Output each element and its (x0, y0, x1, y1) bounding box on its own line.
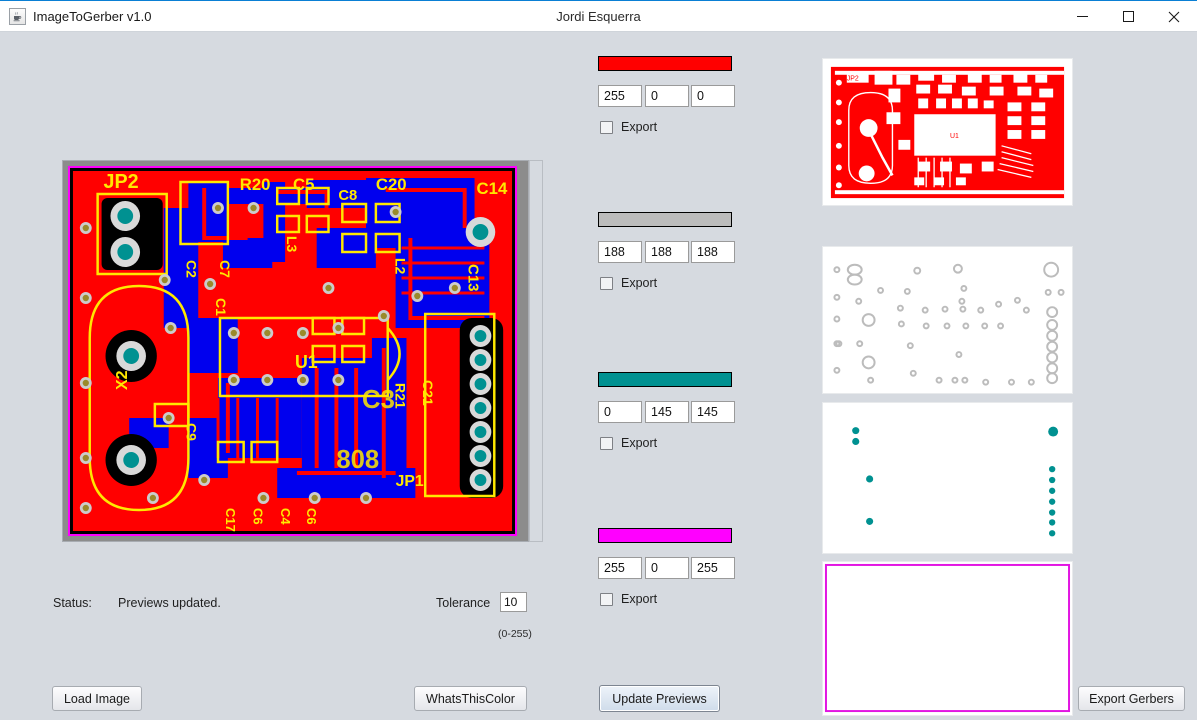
svg-text:C6: C6 (251, 508, 266, 525)
pcb-vertical-scrollbar[interactable] (529, 160, 543, 542)
svg-text:R21: R21 (393, 383, 409, 409)
svg-text:C21: C21 (420, 380, 436, 406)
close-button[interactable] (1151, 1, 1197, 32)
preview-red-artwork: JP2 U1 (823, 59, 1072, 205)
maximize-icon (1122, 11, 1134, 22)
export-checkbox-gray[interactable] (600, 276, 613, 290)
export-row-gray[interactable]: Export (600, 275, 657, 291)
update-previews-button[interactable]: Update Previews (599, 685, 720, 712)
svg-text:C6: C6 (304, 508, 319, 525)
export-checkbox-teal[interactable] (600, 436, 613, 450)
rgb-row-red: 255 0 0 (598, 85, 738, 107)
color-swatch-gray[interactable] (598, 212, 732, 227)
pcb-image-viewer[interactable]: JP2 R20 C5 C8 C20 C14 U1 C13 L2 L3 C2 C7… (62, 160, 529, 542)
magenta-b-input[interactable]: 255 (691, 557, 735, 579)
pcb-artwork: JP2 R20 C5 C8 C20 C14 U1 C13 L2 L3 C2 C7… (70, 168, 515, 534)
maximize-button[interactable] (1105, 1, 1151, 32)
svg-text:C14: C14 (477, 179, 508, 198)
export-row-magenta[interactable]: Export (600, 591, 657, 607)
export-row-teal[interactable]: Export (600, 435, 657, 451)
teal-g-input[interactable]: 145 (645, 401, 689, 423)
red-g-input[interactable]: 0 (645, 85, 689, 107)
pcb-image-canvas[interactable]: JP2 R20 C5 C8 C20 C14 U1 C13 L2 L3 C2 C7… (68, 166, 517, 536)
export-label-red: Export (621, 120, 658, 134)
preview-gray-artwork (823, 247, 1072, 393)
export-label-teal: Export (621, 436, 658, 450)
gray-r-input[interactable]: 188 (598, 241, 642, 263)
teal-b-input[interactable]: 145 (691, 401, 735, 423)
svg-text:808: 808 (336, 446, 379, 474)
preview-gray-layer[interactable] (822, 246, 1073, 394)
title-bar: ImageToGerber v1.0 Jordi Esquerra (0, 0, 1197, 31)
svg-text:JP1: JP1 (396, 473, 424, 490)
preview-teal-artwork (823, 403, 1072, 553)
export-checkbox-magenta[interactable] (600, 592, 613, 606)
svg-text:C17: C17 (223, 508, 238, 532)
preview-magenta-artwork (823, 562, 1072, 715)
svg-text:C13: C13 (465, 264, 481, 292)
svg-text:C5: C5 (293, 175, 314, 194)
teal-r-input[interactable]: 0 (598, 401, 642, 423)
main-content: JP2 R20 C5 C8 C20 C14 U1 C13 L2 L3 C2 C7… (0, 32, 1197, 720)
whats-this-color-button[interactable]: WhatsThisColor (414, 686, 527, 711)
minimize-button[interactable] (1059, 1, 1105, 32)
preview-red-layer[interactable]: JP2 U1 (822, 58, 1073, 206)
magenta-g-input[interactable]: 0 (645, 557, 689, 579)
tolerance-input[interactable]: 10 (500, 592, 527, 612)
status-label: Status: (53, 596, 92, 610)
svg-text:L2: L2 (393, 258, 409, 275)
load-image-button[interactable]: Load Image (52, 686, 142, 711)
export-gerbers-button[interactable]: Export Gerbers (1078, 686, 1185, 711)
color-swatch-magenta[interactable] (598, 528, 732, 543)
red-r-input[interactable]: 255 (598, 85, 642, 107)
svg-text:L3: L3 (284, 236, 300, 253)
export-checkbox-red[interactable] (600, 120, 613, 134)
svg-text:JP2: JP2 (104, 171, 139, 193)
minimize-icon (1076, 16, 1088, 17)
rgb-row-gray: 188 188 188 (598, 241, 738, 263)
red-b-input[interactable]: 0 (691, 85, 735, 107)
svg-text:C1: C1 (213, 298, 229, 316)
export-row-red[interactable]: Export (600, 119, 657, 135)
svg-text:R20: R20 (240, 175, 271, 194)
preview-magenta-layer[interactable] (822, 561, 1073, 716)
tolerance-label: Tolerance (436, 596, 491, 610)
color-swatch-red[interactable] (598, 56, 732, 71)
rgb-row-magenta: 255 0 255 (598, 557, 738, 579)
svg-text:X2: X2 (114, 370, 131, 390)
gray-b-input[interactable]: 188 (691, 241, 735, 263)
svg-text:C7: C7 (217, 260, 233, 278)
svg-text:C4: C4 (278, 508, 293, 525)
export-label-gray: Export (621, 276, 658, 290)
svg-text:JP2: JP2 (847, 76, 859, 83)
export-label-magenta: Export (621, 592, 658, 606)
svg-text:U1: U1 (950, 133, 959, 140)
preview-teal-layer[interactable] (822, 402, 1073, 554)
svg-text:C8: C8 (338, 188, 357, 204)
magenta-r-input[interactable]: 255 (598, 557, 642, 579)
close-icon (1168, 11, 1180, 22)
svg-text:C9: C9 (183, 423, 199, 441)
window-author-label: Jordi Esquerra (556, 9, 641, 24)
rgb-row-teal: 0 145 145 (598, 401, 738, 423)
tolerance-range-hint: (0-255) (498, 628, 532, 640)
status-message: Previews updated. (118, 596, 221, 610)
color-swatch-teal[interactable] (598, 372, 732, 387)
svg-text:U1: U1 (295, 352, 318, 372)
svg-text:C20: C20 (376, 175, 407, 194)
svg-text:C3: C3 (362, 386, 395, 414)
svg-text:C2: C2 (183, 260, 199, 278)
gray-g-input[interactable]: 188 (645, 241, 689, 263)
